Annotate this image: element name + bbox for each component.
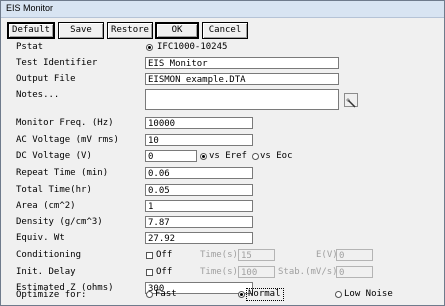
- test-identifier-field[interactable]: EIS Monitor: [145, 57, 339, 69]
- notes-label: Notes...: [16, 90, 60, 100]
- optimize-fast-radio[interactable]: [146, 291, 153, 298]
- default-button[interactable]: Default: [7, 22, 55, 39]
- init-delay-time-field[interactable]: 100: [238, 266, 275, 278]
- vs-eoc-label: vs Eoc: [260, 151, 293, 161]
- conditioning-time-label: Time(s): [200, 250, 238, 260]
- init-delay-label: Init. Delay: [16, 267, 76, 277]
- estimated-z-field[interactable]: 300: [145, 282, 253, 294]
- conditioning-time-field[interactable]: 15: [238, 249, 275, 261]
- notes-field[interactable]: [145, 89, 339, 110]
- ac-voltage-field[interactable]: 10: [145, 134, 253, 146]
- monitor-freq-field[interactable]: 10000: [145, 117, 253, 129]
- dialog-body: Default Save Restore OK Cancel Pstat IFC…: [5, 18, 440, 301]
- conditioning-e-label: E(V): [316, 250, 338, 260]
- total-time-label: Total Time(hr): [16, 185, 92, 195]
- restore-button[interactable]: Restore: [107, 22, 153, 39]
- conditioning-off-label: Off: [156, 250, 173, 260]
- vs-eref-label: vs Eref: [209, 151, 247, 161]
- vs-eoc-radio[interactable]: [252, 153, 259, 160]
- save-button[interactable]: Save: [58, 22, 104, 39]
- repeat-time-field[interactable]: 0.06: [145, 167, 253, 179]
- wand-icon: [346, 98, 356, 108]
- dc-voltage-label: DC Voltage (V): [16, 151, 92, 161]
- density-field[interactable]: 7.87: [145, 216, 253, 228]
- vs-eref-radio[interactable]: [200, 153, 207, 160]
- test-identifier-label: Test Identifier: [16, 58, 98, 68]
- init-delay-stab-label: Stab.(mV/s): [278, 267, 338, 277]
- window-title: EIS Monitor: [6, 3, 54, 13]
- init-delay-stab-field[interactable]: 0: [336, 266, 373, 278]
- area-field[interactable]: 1: [145, 200, 253, 212]
- init-delay-checkbox[interactable]: [146, 269, 153, 276]
- notes-edit-button[interactable]: [344, 93, 358, 108]
- init-delay-time-label: Time(s): [200, 267, 238, 277]
- init-delay-off-label: Off: [156, 267, 173, 277]
- conditioning-checkbox[interactable]: [146, 252, 153, 259]
- equiv-wt-label: Equiv. Wt: [16, 233, 65, 243]
- pstat-option: IFC1000-10245: [157, 42, 228, 52]
- ok-button[interactable]: OK: [155, 22, 199, 39]
- area-label: Area (cm^2): [16, 201, 76, 211]
- cancel-button[interactable]: Cancel: [202, 22, 248, 39]
- pstat-label: Pstat: [16, 42, 44, 52]
- equiv-wt-field[interactable]: 27.92: [145, 232, 253, 244]
- optimize-normal-radio[interactable]: [238, 291, 245, 298]
- repeat-time-label: Repeat Time (min): [16, 168, 109, 178]
- ac-voltage-label: AC Voltage (mV rms): [16, 135, 119, 145]
- conditioning-e-field[interactable]: 0: [336, 249, 373, 261]
- monitor-freq-label: Monitor Freq. (Hz): [16, 118, 114, 128]
- eis-monitor-window: EIS Monitor Default Save Restore OK Canc…: [0, 0, 445, 306]
- output-file-label: Output File: [16, 74, 76, 84]
- dc-voltage-field[interactable]: 0: [145, 150, 197, 162]
- conditioning-label: Conditioning: [16, 250, 82, 260]
- total-time-field[interactable]: 0.05: [145, 184, 253, 196]
- output-file-field[interactable]: EISMON example.DTA: [145, 73, 339, 85]
- optimize-for-label: Optimize for:: [16, 290, 87, 300]
- density-label: Density (g/cm^3): [16, 217, 103, 227]
- title-bar: EIS Monitor: [1, 1, 444, 18]
- optimize-low-noise-radio[interactable]: [335, 291, 342, 298]
- pstat-radio[interactable]: [146, 44, 153, 51]
